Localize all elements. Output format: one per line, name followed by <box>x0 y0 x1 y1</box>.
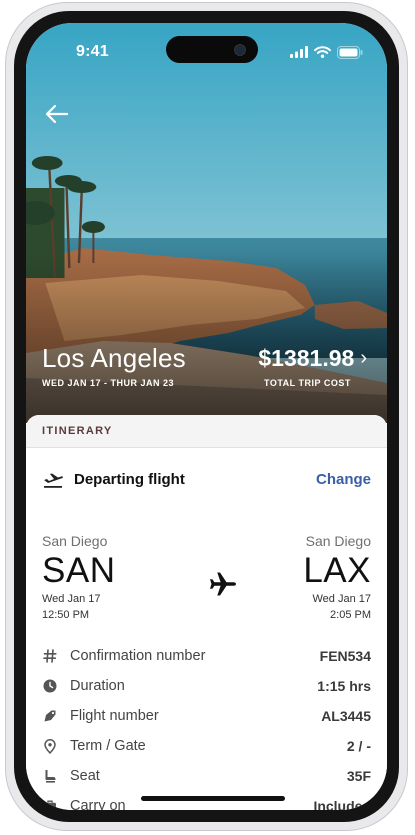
origin-city: San Diego <box>42 533 108 549</box>
tag-icon <box>42 708 58 724</box>
departing-flight-title: Departing flight <box>74 470 185 488</box>
status-icons <box>290 45 363 59</box>
seat-icon <box>42 768 58 784</box>
origin-block: San Diego SAN Wed Jan 17 12:50 PM <box>42 533 115 623</box>
seat-label: Seat <box>70 768 100 784</box>
destination-code: LAX <box>303 551 371 590</box>
carry-on-value: Included <box>313 798 371 810</box>
trip-dates: WED JAN 17 - THUR JAN 23 <box>42 378 175 388</box>
itinerary-header-label: ITINERARY <box>42 425 113 437</box>
destination-date: Wed Jan 17 <box>312 593 371 605</box>
camera-icon <box>234 44 246 56</box>
destination-city: Los Angeles <box>42 343 186 373</box>
status-bar: 9:41 <box>26 23 387 77</box>
phone-frame: 9:41 Los Angeles WED JAN 17 - THUR JAN 2… <box>5 2 408 831</box>
trip-cost-button[interactable]: $1381.98 › <box>258 345 367 372</box>
status-time: 9:41 <box>76 43 109 60</box>
dynamic-island <box>166 36 258 63</box>
flight-route: San Diego SAN Wed Jan 17 12:50 PM San Di… <box>42 533 371 633</box>
battery-icon <box>337 45 363 59</box>
flight-number-value: AL3445 <box>321 708 371 724</box>
confirmation-value: FEN534 <box>319 648 371 664</box>
detail-row-seat: Seat 35F <box>42 761 371 791</box>
detail-row-term-gate: Term / Gate 2 / - <box>42 731 371 761</box>
destination-time: 2:05 PM <box>330 609 371 621</box>
trip-cost-value: $1381.98 <box>258 345 355 371</box>
itinerary-sheet: ITINERARY Departing flight Change San Di… <box>26 415 387 810</box>
location-pin-icon <box>42 738 58 754</box>
briefcase-icon <box>42 798 58 810</box>
carry-on-label: Carry on <box>70 798 126 810</box>
confirmation-label: Confirmation number <box>70 648 206 664</box>
term-gate-label: Term / Gate <box>70 738 146 754</box>
departing-flight-row: Departing flight Change <box>42 467 371 491</box>
origin-code: SAN <box>42 551 116 590</box>
signal-icon <box>290 46 308 58</box>
chevron-right-icon: › <box>360 347 367 369</box>
hash-icon <box>42 648 58 664</box>
itinerary-header: ITINERARY <box>26 415 387 448</box>
destination-block: San Diego LAX Wed Jan 17 2:05 PM <box>303 533 371 623</box>
flight-details-list: Confirmation number FEN534 Duration 1:15… <box>42 641 371 810</box>
trip-cost-label: TOTAL TRIP COST <box>264 378 351 388</box>
origin-date: Wed Jan 17 <box>42 593 101 605</box>
flight-number-label: Flight number <box>70 708 159 724</box>
destination-city-label: San Diego <box>305 533 371 549</box>
airplane-icon <box>210 572 236 596</box>
clock-icon <box>42 678 58 694</box>
term-gate-value: 2 / - <box>346 738 371 754</box>
phone-bezel: 9:41 Los Angeles WED JAN 17 - THUR JAN 2… <box>14 11 399 822</box>
screen: 9:41 Los Angeles WED JAN 17 - THUR JAN 2… <box>26 23 387 810</box>
plane-departure-icon <box>44 473 63 488</box>
detail-row-flight-number: Flight number AL3445 <box>42 701 371 731</box>
home-indicator[interactable] <box>141 796 285 801</box>
detail-row-confirmation: Confirmation number FEN534 <box>42 641 371 671</box>
duration-value: 1:15 hrs <box>317 678 371 694</box>
back-arrow-icon[interactable] <box>42 99 72 129</box>
detail-row-duration: Duration 1:15 hrs <box>42 671 371 701</box>
duration-label: Duration <box>70 678 125 694</box>
wifi-icon <box>314 46 331 58</box>
seat-value: 35F <box>346 768 371 784</box>
origin-time: 12:50 PM <box>42 609 90 621</box>
change-flight-button[interactable]: Change <box>316 471 371 488</box>
